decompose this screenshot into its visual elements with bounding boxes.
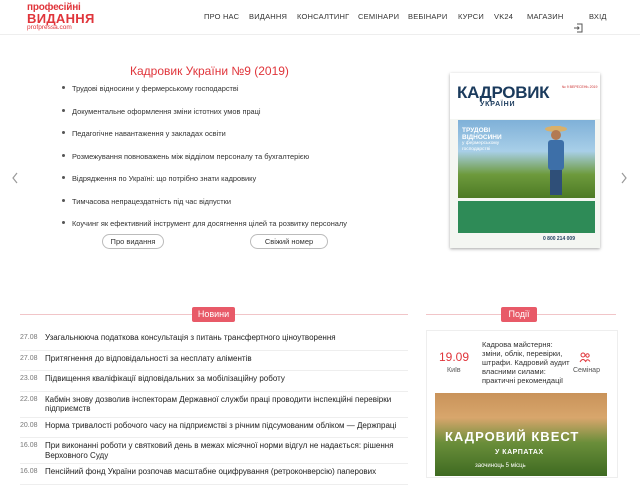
news-date: 27.08 bbox=[20, 334, 38, 341]
slider-prev-icon[interactable] bbox=[11, 172, 19, 184]
seminar-people-icon bbox=[579, 352, 591, 363]
quest-banner[interactable]: КАДРОВИЙ КВЕСТ У КАРПАТАХ заочиноць 5 мі… bbox=[435, 393, 607, 476]
nav-login[interactable]: ВХІД bbox=[589, 12, 607, 21]
news-title[interactable]: Кабмін знову дозволив інспекторам Держав… bbox=[45, 395, 405, 414]
nav-webinars[interactable]: ВЕБІНАРИ bbox=[408, 12, 447, 21]
news-title[interactable]: Узагальнююча податкова консультація з пи… bbox=[45, 333, 405, 343]
topic-item: Розмежування повноважень між відділом пе… bbox=[62, 152, 347, 175]
login-icon[interactable] bbox=[573, 23, 583, 33]
main-nav: ПРО НАС ВИДАННЯ КОНСАЛТИНГ СЕМІНАРИ ВЕБІ… bbox=[0, 12, 640, 33]
topic-item: Відрядження по Україні: що потрібно знат… bbox=[62, 174, 347, 197]
topic-item: Документальне оформлення зміни істотних … bbox=[62, 107, 347, 130]
bullet-icon bbox=[62, 198, 65, 202]
news-list: 27.08 Узагальнююча податкова консультація… bbox=[20, 330, 408, 485]
news-item[interactable]: 16.08 При виконанні роботи у святковий де… bbox=[20, 438, 408, 464]
news-item[interactable]: 20.08 Норма тривалості робочого часу на п… bbox=[20, 418, 408, 438]
news-date: 16.08 bbox=[20, 442, 38, 449]
news-item[interactable]: 16.08 Пенсійний фонд України розпочав мас… bbox=[20, 464, 408, 485]
cover-phone: 0 800 214 009 bbox=[543, 236, 575, 242]
news-date: 23.08 bbox=[20, 375, 38, 382]
event-city: Київ bbox=[447, 367, 461, 374]
topic-text: Трудові відносини у фермерському господа… bbox=[72, 84, 239, 93]
nav-publications[interactable]: ВИДАННЯ bbox=[249, 12, 287, 21]
events-header[interactable]: Події bbox=[501, 307, 537, 322]
event-type: Семінар bbox=[573, 367, 600, 374]
news-date: 22.08 bbox=[20, 395, 38, 403]
nav-consulting[interactable]: КОНСАЛТИНГ bbox=[297, 12, 349, 21]
nav-vk24[interactable]: VK24 bbox=[494, 12, 513, 21]
topic-text: Розмежування повноважень між відділом пе… bbox=[72, 151, 310, 161]
nav-courses[interactable]: КУРСИ bbox=[458, 12, 484, 21]
bullet-icon bbox=[62, 86, 65, 89]
topic-item: Трудові відносини у фермерському господа… bbox=[62, 84, 347, 107]
cover-issue: № 9 ВЕРЕСЕНЬ 2019 bbox=[562, 85, 598, 89]
news-header[interactable]: Новини bbox=[192, 307, 235, 322]
cover-headline-sub: у фермерському господарстві bbox=[462, 141, 500, 152]
news-title[interactable]: Підвищення кваліфікації відповідальних з… bbox=[45, 374, 405, 384]
bullet-icon bbox=[62, 131, 65, 134]
bullet-icon bbox=[62, 153, 65, 157]
news-title[interactable]: Притягнення до відповідальності за неспл… bbox=[45, 354, 405, 364]
farmer-image bbox=[545, 126, 567, 195]
nav-seminars[interactable]: СЕМІНАРИ bbox=[358, 12, 399, 21]
about-publication-button[interactable]: Про видання bbox=[102, 234, 164, 249]
topic-text: Відрядження по Україні: що потрібно знат… bbox=[72, 174, 257, 183]
event-title[interactable]: Кадрова майстерня: зміни, облік, перевір… bbox=[482, 340, 572, 385]
bullet-icon bbox=[62, 176, 65, 179]
site-header: професійні ВИДАННЯ profpressa.com ПРО НА… bbox=[0, 0, 640, 35]
quest-subtitle: У КАРПАТАХ bbox=[495, 449, 544, 456]
issue-topics-list: Трудові відносини у фермерському господа… bbox=[62, 84, 347, 242]
topic-item: Тимчасова непрацездатність під час відпу… bbox=[62, 197, 347, 220]
nav-about[interactable]: ПРО НАС bbox=[204, 12, 239, 21]
news-item[interactable]: 27.08 Притягнення до відповідальності за … bbox=[20, 351, 408, 371]
topic-item: Педагогічне навантаження у закладах осві… bbox=[62, 129, 347, 152]
bullet-icon bbox=[62, 221, 65, 224]
news-item[interactable]: 27.08 Узагальнююча податкова консультація… bbox=[20, 330, 408, 351]
slider-title[interactable]: Кадровик України №9 (2019) bbox=[130, 64, 289, 78]
cover-contents-block bbox=[458, 201, 595, 233]
bullet-icon bbox=[62, 108, 65, 112]
news-date: 20.08 bbox=[20, 421, 38, 429]
quest-note: заочиноць 5 місць bbox=[475, 463, 526, 469]
cover-headline: ТРУДОВІ ВІДНОСИНИ bbox=[462, 127, 502, 141]
cover-subtitle: УКРАЇНИ bbox=[480, 101, 516, 108]
news-date: 16.08 bbox=[20, 468, 38, 475]
topic-text: Тимчасова непрацездатність під час відпу… bbox=[72, 196, 232, 206]
news-item[interactable]: 22.08 Кабмін знову дозволив інспекторам Д… bbox=[20, 392, 408, 418]
news-date: 27.08 bbox=[20, 354, 38, 362]
topic-text: Документальне оформлення зміни істотних … bbox=[72, 106, 261, 116]
quest-title: КАДРОВИЙ КВЕСТ bbox=[445, 429, 580, 444]
news-title[interactable]: Пенсійний фонд України розпочав масштабн… bbox=[45, 467, 405, 477]
magazine-cover[interactable]: КАДРОВИК УКРАЇНИ № 9 ВЕРЕСЕНЬ 2019 ТРУДО… bbox=[450, 73, 600, 248]
nav-shop[interactable]: МАГАЗИН bbox=[527, 12, 563, 21]
cover-title: КАДРОВИК bbox=[457, 83, 550, 102]
slider-next-icon[interactable] bbox=[620, 172, 628, 184]
event-date: 19.09 bbox=[439, 350, 470, 364]
topic-text: Коучинг як ефективний інструмент для дос… bbox=[72, 219, 347, 228]
news-item[interactable]: 23.08 Підвищення кваліфікації відповідаль… bbox=[20, 371, 408, 392]
news-title[interactable]: При виконанні роботи у святковий день в … bbox=[45, 441, 405, 460]
fresh-issue-button[interactable]: Свіжий номер bbox=[250, 234, 328, 249]
news-title[interactable]: Норма тривалості робочого часу на підпри… bbox=[45, 421, 405, 431]
topic-text: Педагогічне навантаження у закладах осві… bbox=[72, 129, 226, 138]
